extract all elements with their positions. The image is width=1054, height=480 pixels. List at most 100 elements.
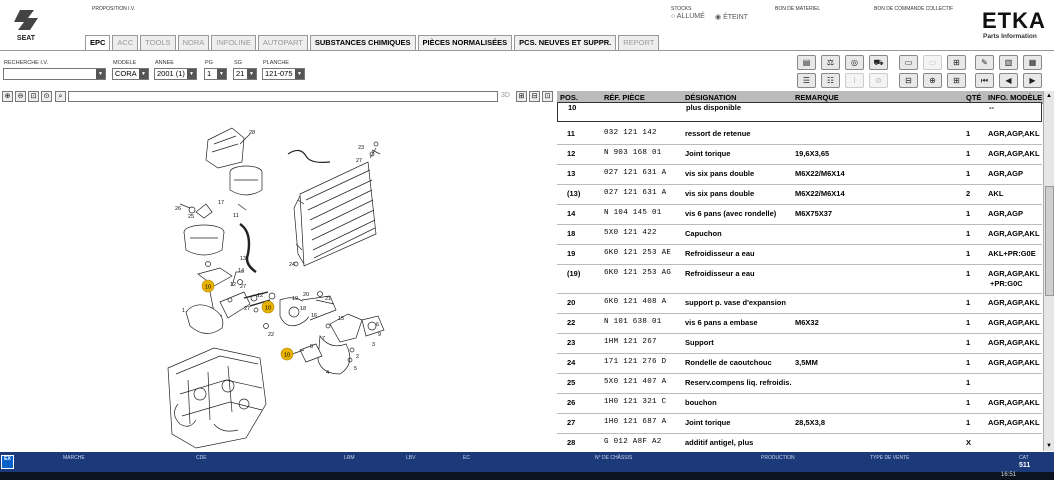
- tab-acc[interactable]: ACC: [112, 35, 139, 50]
- row-designation: bouchon: [685, 398, 717, 407]
- list-alt-icon[interactable]: ☷: [821, 73, 840, 88]
- wheel-icon[interactable]: ◎: [845, 55, 864, 70]
- tab-pieces-normalisees[interactable]: PIÈCES NORMALISÉES: [417, 35, 513, 50]
- planche-label: PLANCHE: [263, 60, 289, 66]
- part-number: 27: [244, 306, 250, 312]
- info-icon[interactable]: i: [845, 73, 864, 88]
- tab-infoline[interactable]: INFOLINE: [211, 35, 256, 50]
- book-icon[interactable]: ▥: [999, 55, 1018, 70]
- main-tabs: EPC ACC TOOLS NORA INFOLINE AUTOPART SUB…: [85, 35, 661, 51]
- planche-select[interactable]: 121-075 ▼: [262, 68, 305, 80]
- tab-tools[interactable]: TOOLS: [140, 35, 176, 50]
- row-pos: (19): [567, 269, 581, 278]
- table-row[interactable]: (19) 6K0 121 253 AG Refroidisseur a eau 1 AG…: [557, 265, 1042, 294]
- scroll-up-icon[interactable]: ▲: [1046, 93, 1052, 99]
- row-ref: 171 121 276 D: [604, 358, 667, 366]
- next-icon[interactable]: ▶: [1023, 73, 1042, 88]
- row-qty: 1: [966, 269, 971, 278]
- row-designation: Refroidisseur a eau: [685, 269, 755, 278]
- first-icon[interactable]: ⏮: [975, 73, 994, 88]
- table-scrollbar[interactable]: ▲ ▼: [1043, 91, 1054, 451]
- col-remarque[interactable]: REMARQUE: [795, 93, 839, 102]
- prev-icon[interactable]: ◀: [999, 73, 1018, 88]
- table-row[interactable]: 27 1H0 121 687 A Joint torique 28,5X3,8 1 AGR…: [557, 414, 1042, 434]
- 3d-label[interactable]: 3D: [501, 92, 510, 99]
- col-pos[interactable]: POS.: [560, 93, 578, 102]
- table-row[interactable]: 10 plus disponible --: [557, 102, 1042, 122]
- scroll-down-icon[interactable]: ▼: [1046, 443, 1052, 449]
- row-pos: 25: [567, 378, 576, 387]
- zoom-in-icon[interactable]: ⊕: [2, 91, 13, 102]
- tab-substances-chimiques[interactable]: SUBSTANCES CHIMIQUES: [309, 35, 416, 50]
- zoom-reset-icon[interactable]: ⊙: [41, 91, 52, 102]
- table-row[interactable]: 28 G 012 A8F A2 additif antigel, plus X: [557, 434, 1042, 451]
- tab-pcs-neuves[interactable]: PCS. NEUVES ET SUPPR.: [514, 35, 617, 50]
- modele-select[interactable]: CORA ▼: [112, 68, 149, 80]
- diagram-search-field[interactable]: [68, 91, 498, 102]
- row-ref: 032 121 142: [604, 129, 657, 137]
- disabled-icon[interactable]: ⊘: [869, 73, 888, 88]
- table-row[interactable]: 11 032 121 142 ressort de retenue 1 AGR,AGP,…: [557, 125, 1042, 145]
- repcat-icon[interactable]: ▭: [923, 55, 942, 70]
- part-number: 20: [303, 292, 309, 298]
- elsa-icon[interactable]: ▭: [899, 55, 918, 70]
- row-pos: 24: [567, 358, 576, 367]
- cart-icon[interactable]: ⊟: [899, 73, 918, 88]
- col-qty[interactable]: QTÉ: [966, 93, 981, 102]
- table-icon[interactable]: ▦: [1023, 55, 1042, 70]
- part-number: 5: [354, 366, 357, 372]
- table-row[interactable]: 19 6K0 121 253 AE Refroidisseur a eau 1 AKL+…: [557, 245, 1042, 265]
- table-row[interactable]: 25 5X0 121 407 A Reserv.compens liq. refro…: [557, 374, 1042, 394]
- col-info[interactable]: INFO. MODÈLE: [988, 93, 1042, 102]
- part-number: 1: [182, 308, 185, 314]
- tab-autopart[interactable]: AUTOPART: [257, 35, 308, 50]
- list-icon[interactable]: ☰: [797, 73, 816, 88]
- zoom-out-icon[interactable]: ⊖: [15, 91, 26, 102]
- view-grid-icon[interactable]: ⊟: [529, 91, 540, 102]
- chassis-label: N° DE CHÂSSIS: [595, 455, 633, 461]
- row-pos: 26: [567, 398, 576, 407]
- row-info: AGR,AGP,AKL: [988, 298, 1040, 307]
- annee-select[interactable]: 2001 (1) ▼: [154, 68, 197, 80]
- table-row[interactable]: 18 5X0 121 422 Capuchon 1 AGR,AGP,AKL: [557, 225, 1042, 245]
- sg-select[interactable]: 21 ▼: [233, 68, 257, 80]
- table-row[interactable]: 23 1HM 121 267 Support 1 AGR,AGP,AKL: [557, 334, 1042, 354]
- col-designation[interactable]: DÉSIGNATION: [685, 93, 737, 102]
- annee-label: ANNEE: [155, 60, 174, 66]
- search-icon[interactable]: ⌕: [55, 91, 66, 102]
- tab-nora[interactable]: NORA: [177, 35, 210, 50]
- stock-off-radio[interactable]: ◉ ÉTEINT: [715, 13, 748, 21]
- tab-report[interactable]: REPORT: [618, 35, 660, 50]
- pg-value: 1: [207, 69, 212, 78]
- row-qty: 2: [966, 189, 971, 198]
- planche-value: 121-075: [265, 69, 293, 78]
- cat-label: CAT: [1019, 455, 1029, 461]
- row-ref: G 012 A8F A2: [604, 438, 662, 446]
- scrollbar-thumb[interactable]: [1045, 186, 1054, 296]
- table-row[interactable]: 24 171 121 276 D Rondelle de caoutchouc 3,5…: [557, 354, 1042, 374]
- part-number: 7: [322, 336, 325, 342]
- table-row[interactable]: 22 N 101 638 01 vis 6 pans a embase M6X32 1 A…: [557, 314, 1042, 334]
- cart-add-icon[interactable]: ⊕: [923, 73, 942, 88]
- table-row[interactable]: 13 027 121 631 A vis six pans double M6X22/…: [557, 165, 1042, 185]
- basket-icon[interactable]: ⊞: [947, 55, 966, 70]
- pin-icon[interactable]: ✎: [975, 55, 994, 70]
- table-row[interactable]: (13) 027 121 631 A vis six pans double M6X2…: [557, 185, 1042, 205]
- part-number: 27: [240, 284, 246, 290]
- table-row[interactable]: 20 6K0 121 408 A support p. vase d'expansi…: [557, 294, 1042, 314]
- table-row[interactable]: 14 N 104 145 01 vis 6 pans (avec rondelle)…: [557, 205, 1042, 225]
- view-icon[interactable]: ⊞: [516, 91, 527, 102]
- view-split-icon[interactable]: ⊡: [542, 91, 553, 102]
- printer-icon[interactable]: ▤: [797, 55, 816, 70]
- pg-select[interactable]: 1 ▼: [204, 68, 227, 80]
- recherche-select[interactable]: ▼: [3, 68, 106, 80]
- cart-icon[interactable]: ⊞: [947, 73, 966, 88]
- zoom-fit-icon[interactable]: ⊡: [28, 91, 39, 102]
- table-row[interactable]: 26 1H0 121 321 C bouchon 1 AGR,AGP,AKL: [557, 394, 1042, 414]
- table-row[interactable]: 12 N 903 168 01 Joint torique 19,6X3,65 1 AGR…: [557, 145, 1042, 165]
- row-qty: 1: [966, 318, 971, 327]
- tab-epc[interactable]: EPC: [85, 35, 111, 51]
- stock-on-radio[interactable]: ○ ALLUMÉ: [671, 13, 705, 20]
- col-ref[interactable]: RÉF. PIÈCE: [604, 93, 645, 102]
- scale-icon[interactable]: ⚖: [821, 55, 840, 70]
